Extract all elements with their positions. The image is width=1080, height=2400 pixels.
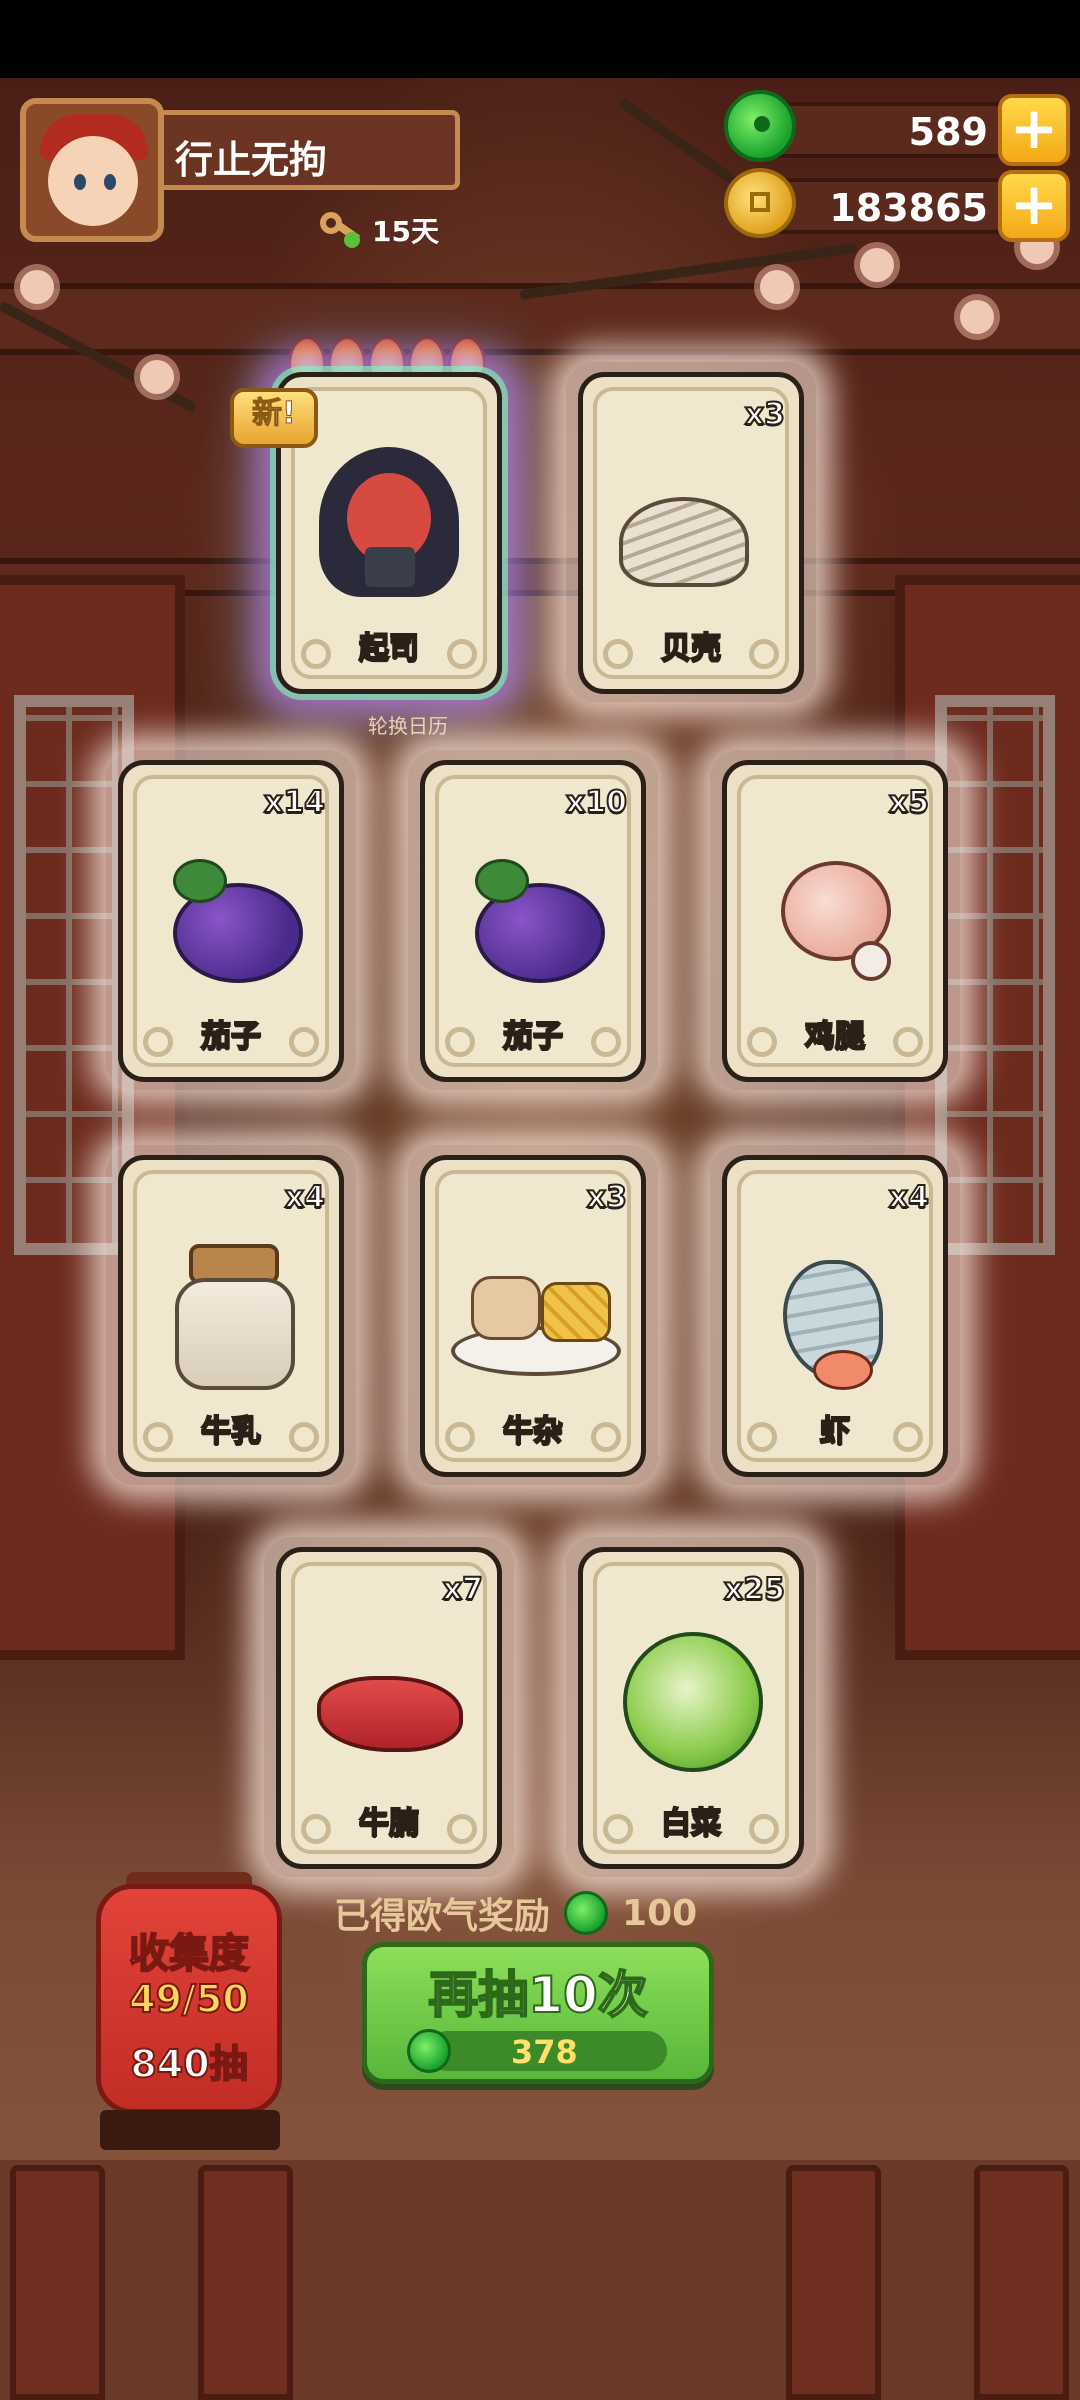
- beef-brisket-icon: [317, 1656, 467, 1766]
- player-name-panel: 行止无拘: [158, 110, 460, 190]
- redraw-cost: 378: [407, 2029, 667, 2073]
- redraw-cost-amount: 378: [511, 2033, 578, 2071]
- card-label: 白菜: [660, 1805, 722, 1842]
- lantern-stand: [100, 2110, 280, 2150]
- card-label: 牛腩: [358, 1805, 420, 1842]
- right-door: [895, 575, 1080, 1660]
- days-text: 15天: [372, 215, 439, 248]
- card-count: x4: [284, 1179, 326, 1216]
- card-label: 牛杂: [502, 1413, 564, 1450]
- eggplant-icon: [465, 855, 615, 995]
- reward-card[interactable]: x25 白菜: [578, 1547, 804, 1869]
- blossom-flower: [20, 270, 54, 304]
- new-badge: 新!: [230, 388, 318, 448]
- rotation-calendar-label: 轮换日历: [368, 714, 448, 738]
- card-label: 贝壳: [660, 630, 722, 667]
- add-gems-button[interactable]: +: [998, 94, 1070, 166]
- collection-lantern[interactable]: 收集度 49/50 840抽: [96, 1884, 282, 2114]
- drumstick-icon: [771, 851, 911, 991]
- coin-counter: 183865 +: [724, 168, 1070, 242]
- card-count: x4: [888, 1179, 930, 1216]
- jade-gem-icon: [724, 90, 796, 162]
- reward-card[interactable]: x3 牛杂: [420, 1155, 646, 1477]
- avatar[interactable]: [20, 98, 164, 242]
- gem-amount: 589: [908, 110, 988, 154]
- luck-reward: 已得欧气奖励 100: [334, 1888, 697, 1938]
- card-label: 虾: [819, 1413, 851, 1450]
- jade-gem-icon: [564, 1891, 609, 1935]
- card-count: x7: [442, 1571, 484, 1608]
- milk-jar-icon: [171, 1244, 301, 1394]
- card-count: x3: [586, 1179, 628, 1216]
- shrimp-icon: [763, 1230, 913, 1400]
- reward-card[interactable]: x5 鸡腿: [722, 760, 948, 1082]
- jade-gem-icon: [407, 2029, 451, 2073]
- card-label: 起司: [358, 630, 420, 667]
- fence-post: [10, 2165, 105, 2400]
- card-count: x5: [888, 784, 930, 821]
- reward-card[interactable]: x10 茄子: [420, 760, 646, 1082]
- fence-post: [974, 2165, 1069, 2400]
- eggplant-icon: [163, 855, 313, 995]
- blossom-flower: [760, 270, 794, 304]
- coin-icon: [724, 168, 796, 238]
- blossom-flower: [960, 300, 994, 334]
- collection-progress: 49/50: [128, 1976, 250, 2022]
- card-label: 茄子: [200, 1018, 262, 1055]
- reward-card[interactable]: x4 牛乳: [118, 1155, 344, 1477]
- gem-counter: 589 +: [724, 90, 1070, 166]
- player-name: 行止无拘: [175, 138, 328, 182]
- redraw-label: 再抽10次: [427, 1965, 649, 2025]
- beef-offal-icon: [451, 1256, 621, 1386]
- reward-text: 已得欧气奖励: [334, 1896, 551, 1937]
- add-coins-button[interactable]: +: [998, 170, 1070, 242]
- card-label: 茄子: [502, 1018, 564, 1055]
- card-count: x3: [744, 396, 786, 433]
- key-icon: [318, 210, 362, 250]
- left-door: [0, 575, 185, 1660]
- cabbage-icon: [613, 1622, 773, 1782]
- days-indicator: 15天: [318, 208, 439, 252]
- redraw-10-button[interactable]: 再抽10次 378: [362, 1942, 714, 2084]
- cheese-girl-character: [309, 437, 469, 607]
- reward-amount: 100: [622, 1892, 698, 1934]
- reward-card[interactable]: x7 牛腩: [276, 1547, 502, 1869]
- card-count: x25: [723, 1571, 786, 1608]
- card-label: 牛乳: [200, 1413, 262, 1450]
- fence-post: [786, 2165, 881, 2400]
- reward-card[interactable]: x14 茄子: [118, 760, 344, 1082]
- blossom-flower: [140, 360, 174, 394]
- collection-draws: 840抽: [129, 2041, 248, 2087]
- collection-title: 收集度: [128, 1930, 250, 1978]
- status-bar: [0, 0, 1080, 78]
- card-count: x14: [263, 784, 326, 821]
- floor: [0, 2160, 1080, 2400]
- coin-amount: 183865: [829, 186, 988, 230]
- card-count: x10: [565, 784, 628, 821]
- fence-post: [198, 2165, 293, 2400]
- clam-icon: [619, 477, 769, 597]
- reward-card[interactable]: x4 虾: [722, 1155, 948, 1477]
- reward-card[interactable]: x3 贝壳: [578, 372, 804, 694]
- card-label: 鸡腿: [804, 1018, 866, 1055]
- blossom-flower: [860, 248, 894, 282]
